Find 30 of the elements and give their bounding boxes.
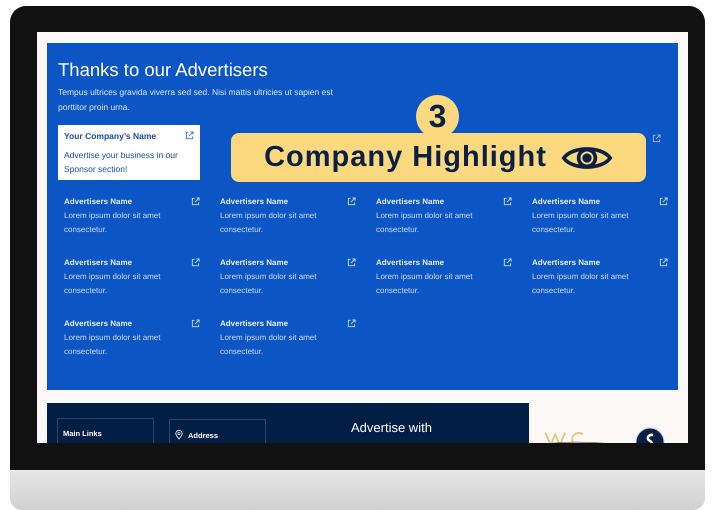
advertiser-name[interactable]: Advertisers Name [220,258,288,267]
external-link-icon[interactable] [185,131,194,140]
highlight-text: Company Highlight [264,141,547,174]
advertiser-description: Lorem ipsum dolor sit amet consectetur. [532,210,630,236]
advertiser-description: Lorem ipsum dolor sit amet consectetur. [64,210,162,236]
advertiser-name[interactable]: Advertisers Name [64,319,132,328]
advertiser-description: Lorem ipsum dolor sit amet consectetur. [220,332,318,358]
advertiser-description: Lorem ipsum dolor sit amet consectetur. [376,271,474,297]
advertiser-name[interactable]: Advertisers Name [376,197,444,206]
advertiser-description: Lorem ipsum dolor sit amet consectetur. [532,271,630,297]
advertiser-name[interactable]: Advertisers Name [532,197,600,206]
advertiser-name[interactable]: Advertisers Name [64,258,132,267]
company-name: Your Company’s Name [64,131,156,141]
advertiser-name[interactable]: Advertisers Name [64,197,132,206]
advertiser-description: Lorem ipsum dolor sit amet consectetur. [220,271,318,297]
section-description: Tempus ultrices gravida viverra sed sed. Nisi mattis ultricies ut sapien est porttitor proin urna. [58,86,334,114]
advertiser-description: Lorem ipsum dolor sit amet consectetur. [220,210,318,236]
company-description: Advertise your business in our Sponsor section! [64,149,179,176]
section-title: Thanks to our Advertisers [58,59,269,81]
advertiser-description: Lorem ipsum dolor sit amet consectetur. [376,210,474,236]
external-link-icon[interactable] [652,134,661,143]
advertiser-name[interactable]: Advertisers Name [376,258,444,267]
advertiser-description: Lorem ipsum dolor sit amet consectetur. [64,271,162,297]
advertiser-name[interactable]: Advertisers Name [220,319,288,328]
featured-card[interactable]: Your Company’s Name Advertise your business in our Sponsor section! [58,125,200,180]
advertiser-description: Lorem ipsum dolor sit amet consectetur. [64,332,162,358]
location-pin-icon [175,430,183,440]
advertiser-name[interactable]: Advertisers Name [532,258,600,267]
advertiser-name[interactable]: Advertisers Name [220,197,288,206]
advertise-heading: Advertise with [351,420,432,435]
